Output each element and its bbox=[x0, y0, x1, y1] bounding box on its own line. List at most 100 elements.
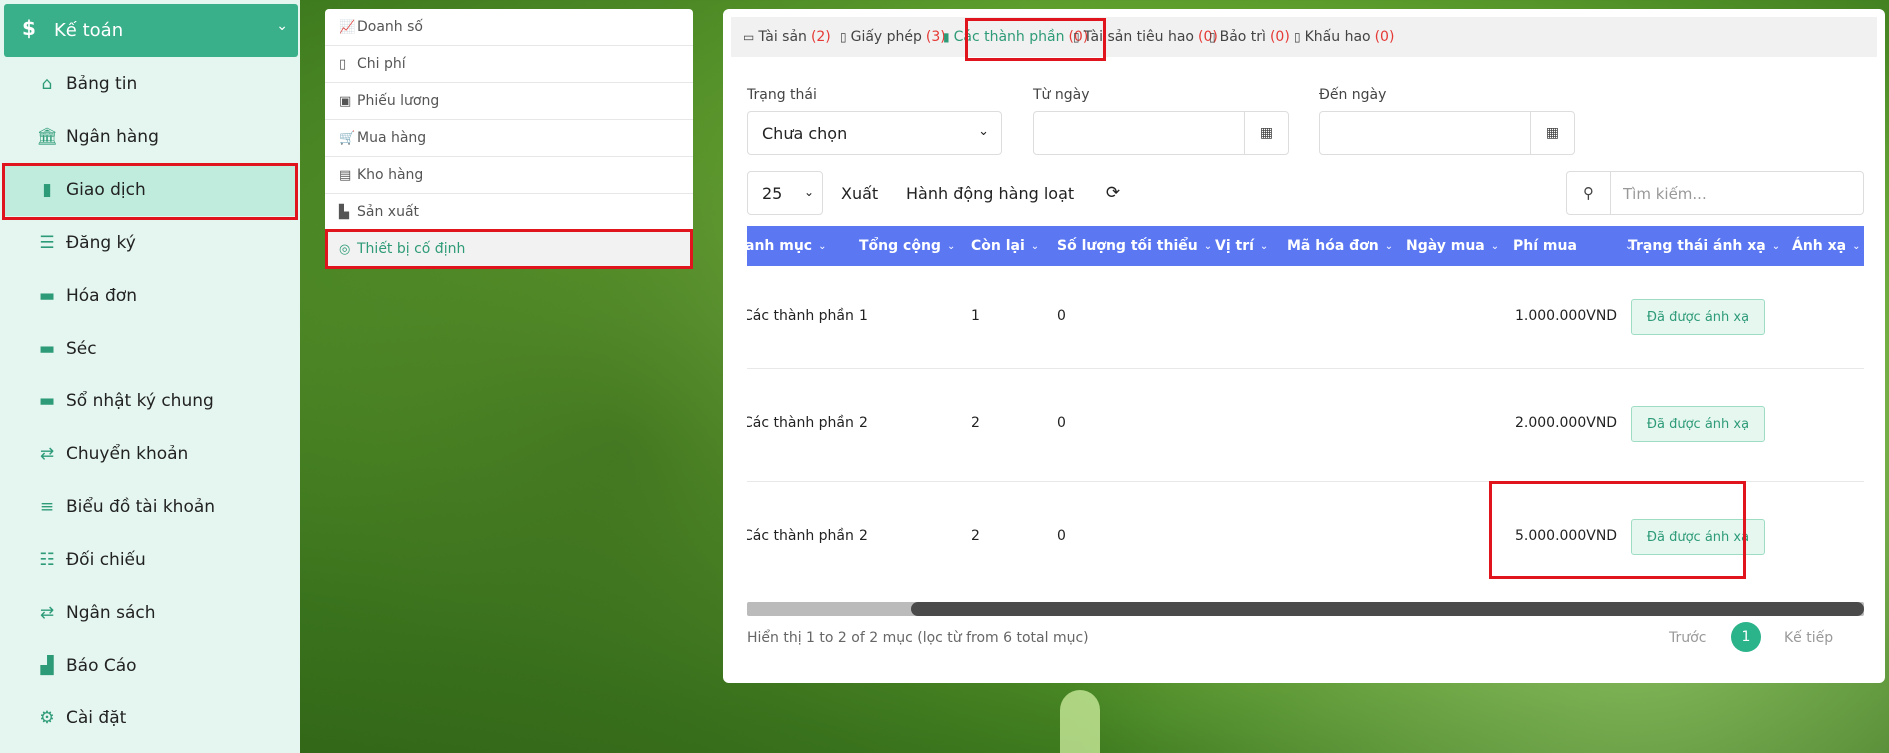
page-size-select[interactable]: 25 ⌄ bbox=[747, 171, 823, 215]
main-card: ▭ Tài sản (2) ▯ Giấy phép (3) ▮ Các thàn… bbox=[723, 9, 1885, 683]
book-icon: ▬ bbox=[38, 286, 56, 306]
background-stem bbox=[1060, 690, 1100, 753]
col-header-category[interactable]: anh mục ⌄ bbox=[747, 226, 845, 266]
chevron-down-icon: ⌄ bbox=[1384, 240, 1394, 252]
bulk-actions-button[interactable]: Hành động hàng loạt bbox=[906, 171, 1074, 215]
table-row: Các thành phần 2 2 0 2.000.000VND Đã đượ… bbox=[747, 369, 1864, 482]
sidebar-item-budget[interactable]: ⇄ Ngân sách bbox=[4, 587, 298, 639]
col-header-purchase-cost[interactable]: Phí mua ⌄ bbox=[1513, 226, 1633, 266]
chevron-down-icon: ⌄ bbox=[946, 240, 956, 252]
file-icon: ▯ bbox=[1294, 30, 1301, 44]
table-row: Các thành phần 2 2 0 5.000.000VND Đã đượ… bbox=[747, 482, 1864, 595]
exchange-icon: ⇄ bbox=[39, 603, 55, 623]
tab-assets[interactable]: ▭ Tài sản (2) bbox=[743, 17, 831, 57]
from-date-input[interactable]: ▦ bbox=[1033, 111, 1289, 155]
file-icon: ▯ bbox=[840, 30, 847, 44]
submenu-item-fixed-equipment[interactable]: ◎ Thiết bị cố định bbox=[325, 231, 693, 268]
tab-consumables[interactable]: ▯ Tài sản tiêu hao (0) bbox=[1073, 17, 1218, 57]
submenu-item-sales[interactable]: 📈 Doanh số bbox=[325, 9, 693, 46]
calendar-icon[interactable]: ▦ bbox=[1244, 112, 1288, 154]
horizontal-scrollbar[interactable] bbox=[747, 602, 1864, 616]
home-icon: ⌂ bbox=[41, 74, 53, 94]
search-icon: ⚲ bbox=[1567, 172, 1611, 214]
sidebar-item-invoice[interactable]: ▬ Hóa đơn bbox=[4, 270, 298, 322]
col-header-purchase-date[interactable]: Ngày mua ⌄ bbox=[1406, 226, 1499, 266]
money-icon: ▣ bbox=[339, 93, 352, 109]
chevron-down-icon: ⌄ bbox=[978, 124, 989, 139]
calendar-icon[interactable]: ▦ bbox=[1530, 112, 1574, 154]
scrollbar-thumb[interactable] bbox=[911, 602, 1864, 616]
sidebar-header-accounting[interactable]: $ Kế toán ⌄ bbox=[4, 4, 298, 57]
from-date-label: Từ ngày bbox=[1033, 87, 1090, 103]
status-select[interactable]: Chưa chọn ⌄ bbox=[747, 111, 1002, 155]
submenu-panel: 📈 Doanh số ▯ Chi phí ▣ Phiếu lương 🛒 Mua… bbox=[325, 9, 693, 268]
warehouse-icon: ▤ bbox=[339, 167, 352, 183]
line-chart-icon: 📈 bbox=[339, 19, 356, 35]
table-header: anh mục ⌄ Tổng cộng ⌄ Còn lại ⌄ Số lượng tố… bbox=[747, 226, 1864, 266]
tab-components[interactable]: ▮ Các thành phần (0) bbox=[943, 17, 1088, 57]
table-row: Các thành phần 1 1 0 1.000.000VND Đã đượ… bbox=[747, 266, 1864, 369]
file-icon: ▯ bbox=[1073, 30, 1080, 44]
pagination-prev[interactable]: Trước bbox=[1669, 630, 1706, 646]
sidebar-item-settings[interactable]: ⚙ Cài đặt bbox=[4, 692, 298, 744]
submenu-item-purchase[interactable]: 🛒 Mua hàng bbox=[325, 120, 693, 157]
sidebar-item-reconcile[interactable]: ☷ Đối chiếu bbox=[4, 534, 298, 586]
tab-licenses[interactable]: ▯ Giấy phép (3) bbox=[840, 17, 946, 57]
col-header-mapping-status[interactable]: Trạng thái ánh xạ ⌄ bbox=[1628, 226, 1780, 266]
submenu-item-payroll[interactable]: ▣ Phiếu lương bbox=[325, 83, 693, 120]
pagination-page-1[interactable]: 1 bbox=[1731, 622, 1761, 652]
submenu-item-manufacturing[interactable]: ▙ Sản xuất bbox=[325, 194, 693, 231]
book-icon: ▬ bbox=[38, 339, 56, 359]
export-button[interactable]: Xuất bbox=[841, 171, 878, 215]
sidebar: $ Kế toán ⌄ ⌂ Bảng tin 🏛 Ngân hàng ▮ Gia… bbox=[0, 0, 300, 753]
status-badge: Đã được ánh xạ bbox=[1631, 299, 1765, 335]
chevron-down-icon: ⌄ bbox=[818, 240, 827, 252]
tab-maintenance[interactable]: ▯ Bảo trì (0) bbox=[1209, 17, 1290, 57]
file-icon: ▯ bbox=[339, 56, 347, 72]
sidebar-item-cheque[interactable]: ▬ Séc bbox=[4, 323, 298, 375]
submenu-item-warehouse[interactable]: ▤ Kho hàng bbox=[325, 157, 693, 194]
to-date-label: Đến ngày bbox=[1319, 87, 1387, 103]
sliders-icon: ☷ bbox=[39, 550, 55, 570]
dollar-icon: $ bbox=[22, 16, 36, 40]
sidebar-item-bank[interactable]: 🏛 Ngân hàng bbox=[4, 111, 298, 163]
col-header-mapping[interactable]: Ánh xạ ⌄ bbox=[1792, 226, 1861, 266]
refresh-icon[interactable]: ⟳ bbox=[1091, 171, 1135, 215]
sidebar-item-register[interactable]: ☰ Đăng ký bbox=[4, 217, 298, 269]
chevron-down-icon: ⌄ bbox=[1259, 240, 1269, 252]
credit-card-icon: ▭ bbox=[743, 30, 755, 44]
col-header-invoice-code[interactable]: Mã hóa đơn ⌄ bbox=[1287, 226, 1393, 266]
ordered-list-icon: ≡ bbox=[39, 497, 55, 517]
chevron-down-icon: ⌄ bbox=[1490, 240, 1500, 252]
area-chart-icon: ▟ bbox=[40, 656, 54, 676]
col-header-location[interactable]: Vị trí ⌄ bbox=[1215, 226, 1268, 266]
status-filter-label: Trạng thái bbox=[747, 87, 817, 103]
sidebar-item-reports[interactable]: ▟ Báo Cáo bbox=[4, 640, 298, 692]
to-date-input[interactable]: ▦ bbox=[1319, 111, 1575, 155]
tab-depreciation[interactable]: ▯ Khấu hao (0) bbox=[1294, 17, 1394, 57]
sidebar-item-dashboard[interactable]: ⌂ Bảng tin bbox=[4, 58, 298, 110]
chevron-down-icon: ⌄ bbox=[1771, 240, 1781, 252]
status-badge: Đã được ánh xạ bbox=[1631, 519, 1765, 555]
sidebar-item-transfer[interactable]: ⇄ Chuyển khoản bbox=[4, 428, 298, 480]
col-header-total[interactable]: Tổng cộng ⌄ bbox=[859, 226, 955, 266]
sidebar-item-chart-of-accounts[interactable]: ≡ Biểu đồ tài khoản bbox=[4, 481, 298, 533]
sidebar-item-journal[interactable]: ▬ Sổ nhật ký chung bbox=[4, 375, 298, 427]
file-icon: ▮ bbox=[943, 30, 950, 44]
sidebar-item-transactions[interactable]: ▮ Giao dịch bbox=[4, 164, 298, 216]
tab-bar: ▭ Tài sản (2) ▯ Giấy phép (3) ▮ Các thàn… bbox=[731, 17, 1877, 57]
cart-icon: 🛒 bbox=[339, 130, 356, 146]
target-icon: ◎ bbox=[339, 241, 351, 257]
pagination-next[interactable]: Kế tiếp bbox=[1784, 630, 1833, 646]
chevron-down-icon: ⌄ bbox=[1030, 240, 1040, 252]
search-input[interactable] bbox=[1623, 183, 1853, 205]
col-header-min-qty[interactable]: Số lượng tối thiểu ⌄ bbox=[1057, 226, 1212, 266]
col-header-remaining[interactable]: Còn lại ⌄ bbox=[971, 226, 1039, 266]
industry-icon: ▙ bbox=[339, 204, 349, 220]
chevron-down-icon: ⌄ bbox=[1852, 240, 1861, 252]
file-icon: ▮ bbox=[42, 180, 52, 200]
table-info-text: Hiển thị 1 to 2 of 2 mục (lọc từ from 6 … bbox=[747, 630, 1089, 646]
status-badge: Đã được ánh xạ bbox=[1631, 406, 1765, 442]
gear-icon: ⚙ bbox=[39, 708, 55, 728]
submenu-item-expenses[interactable]: ▯ Chi phí bbox=[325, 46, 693, 83]
